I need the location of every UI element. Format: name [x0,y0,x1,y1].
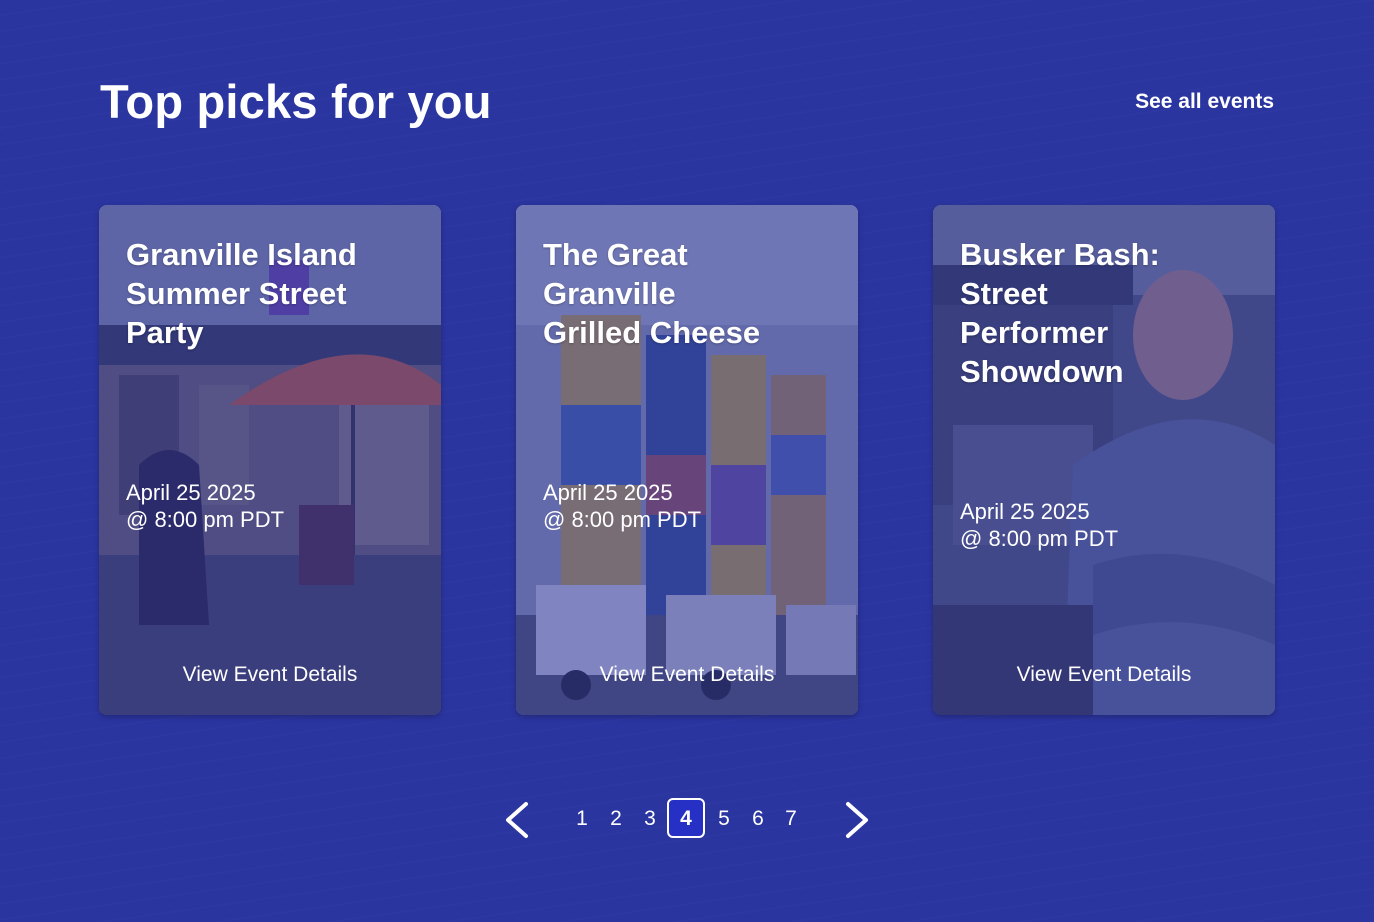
event-datetime: April 25 2025 @ 8:00 pm PDT [126,479,284,533]
event-card[interactable]: Busker Bash: Street Performer Showdown A… [933,205,1275,715]
view-event-details-link[interactable]: View Event Details [516,663,858,687]
view-event-details-link[interactable]: View Event Details [933,663,1275,687]
event-datetime: April 25 2025 @ 8:00 pm PDT [960,498,1118,552]
event-date: April 25 2025 [960,499,1090,524]
page-button-5[interactable]: 5 [705,798,743,838]
event-title-line: Granville Island [126,237,357,272]
event-date: April 25 2025 [126,480,256,505]
page-button-4-current[interactable]: 4 [667,798,705,838]
event-title-line: Showdown [960,354,1124,389]
chevron-left-icon[interactable] [500,800,536,840]
event-title: The Great Granville Grilled Cheese [543,235,843,352]
event-title: Granville Island Summer Street Party [126,235,426,352]
event-title-line: Performer [960,315,1109,350]
view-event-details-link[interactable]: View Event Details [99,663,441,687]
pagination: 1 2 3 4 5 6 7 [500,798,872,842]
page-button-2[interactable]: 2 [597,798,635,838]
section-title: Top picks for you [100,75,492,128]
event-title-line: Granville [543,276,676,311]
event-title-line: The Great [543,237,688,272]
event-title-line: Summer Street [126,276,347,311]
event-time: @ 8:00 pm PDT [543,507,702,532]
see-all-events-link[interactable]: See all events [1135,90,1274,114]
event-card[interactable]: Granville Island Summer Street Party Apr… [99,205,441,715]
event-time: @ 8:00 pm PDT [126,507,285,532]
page-button-1[interactable]: 1 [563,798,601,838]
event-card[interactable]: The Great Granville Grilled Cheese April… [516,205,858,715]
event-title-line: Grilled Cheese [543,315,761,350]
page-background: Top picks for you See all events Granvil… [0,0,1374,922]
event-title-line: Street [960,276,1048,311]
event-date: April 25 2025 [543,480,673,505]
chevron-right-icon[interactable] [838,800,874,840]
page-button-3[interactable]: 3 [631,798,669,838]
event-time: @ 8:00 pm PDT [960,526,1119,551]
event-title-line: Busker Bash: [960,237,1160,272]
event-title: Busker Bash: Street Performer Showdown [960,235,1260,391]
page-button-7[interactable]: 7 [772,798,810,838]
event-title-line: Party [126,315,204,350]
event-datetime: April 25 2025 @ 8:00 pm PDT [543,479,701,533]
